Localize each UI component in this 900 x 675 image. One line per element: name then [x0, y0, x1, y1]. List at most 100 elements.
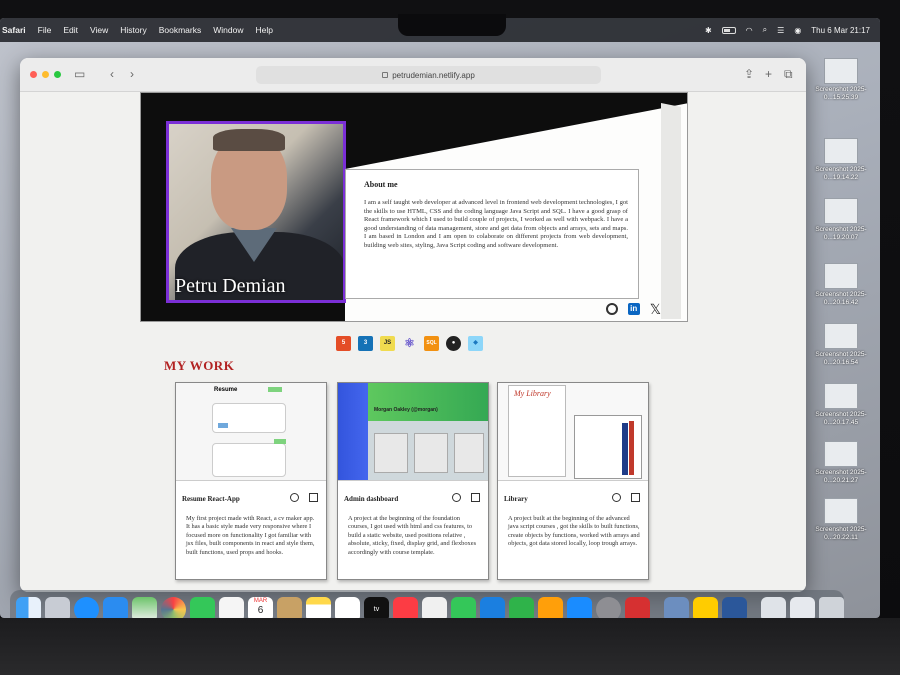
desktop-file-icon[interactable]: Screenshot 2025-0...20.17.45: [806, 383, 876, 427]
external-link-icon[interactable]: [471, 493, 480, 502]
music-icon[interactable]: [393, 596, 418, 618]
menu-bookmarks[interactable]: Bookmarks: [159, 25, 202, 35]
mail-icon[interactable]: [103, 596, 128, 618]
freeform-icon[interactable]: [335, 596, 360, 618]
desktop-file-icon[interactable]: Screenshot 2025-0...20.16.42: [806, 263, 876, 307]
external-link-icon[interactable]: [309, 493, 318, 502]
messages-icon[interactable]: [451, 596, 476, 618]
battery-icon[interactable]: [721, 26, 736, 34]
screenshot-thumb-icon: [824, 441, 858, 467]
word-icon[interactable]: [722, 596, 747, 618]
minimize-window-button[interactable]: [42, 71, 49, 78]
screenshot-thumb-icon: [824, 498, 858, 524]
javascript-icon: JS: [380, 336, 395, 351]
social-links: in 𝕏: [605, 302, 661, 316]
zoom-window-button[interactable]: [54, 71, 61, 78]
project-title: Admin dashboard: [344, 495, 399, 503]
new-tab-icon[interactable]: +: [765, 67, 772, 81]
menu-app-name[interactable]: Safari: [2, 25, 26, 35]
menu-edit[interactable]: Edit: [63, 25, 78, 35]
launchpad-icon[interactable]: [45, 596, 70, 618]
github-icon[interactable]: [612, 493, 621, 502]
project-screenshot: Resume: [176, 383, 326, 481]
linkedin-icon[interactable]: in: [627, 303, 640, 315]
close-window-button[interactable]: [30, 71, 37, 78]
app-store-icon[interactable]: [567, 596, 592, 618]
among-us-icon[interactable]: [625, 596, 650, 618]
trash-icon[interactable]: [819, 596, 844, 618]
github-icon[interactable]: [452, 493, 461, 502]
share-icon[interactable]: ⇪: [744, 67, 754, 81]
finder-icon[interactable]: [16, 596, 41, 618]
screenshot-thumb-icon: [824, 323, 858, 349]
tab-overview-icon[interactable]: ⧉: [784, 67, 793, 81]
desktop-file-icon[interactable]: Screenshot 2025-0...15.25.39: [806, 58, 876, 102]
desktop-screen: Safari File Edit View History Bookmarks …: [0, 18, 880, 618]
section-title: MY WORK: [164, 358, 235, 373]
sql-icon: SQL: [424, 336, 439, 351]
safari-icon[interactable]: [74, 596, 99, 618]
about-box: About me I am a self taught web develope…: [345, 169, 639, 299]
menu-help[interactable]: Help: [255, 25, 272, 35]
pages-icon[interactable]: [538, 596, 563, 618]
project-title: Library: [504, 495, 528, 503]
bluetooth-icon[interactable]: ✱: [705, 26, 712, 35]
files-icon[interactable]: [761, 596, 786, 618]
notes-icon[interactable]: [306, 596, 331, 618]
browser-toolbar: ▭ ‹ › petrudemian.netlify.app ⇪ + ⧉: [20, 58, 806, 92]
tips-icon[interactable]: [693, 596, 718, 618]
web-page: Petru Demian About me I am a self taught…: [20, 92, 806, 592]
reminders-icon[interactable]: [219, 596, 244, 618]
siri-icon[interactable]: ◉: [794, 26, 801, 35]
search-icon[interactable]: ⌕: [763, 25, 767, 35]
maps-icon[interactable]: [132, 596, 157, 618]
photos-icon[interactable]: [161, 596, 186, 618]
lock-icon: [382, 72, 389, 78]
project-card[interactable]: My Library Library A project built at th…: [497, 382, 649, 580]
news-icon[interactable]: [422, 596, 447, 618]
url-text: petrudemian.netlify.app: [392, 70, 475, 80]
contacts-icon[interactable]: [277, 596, 302, 618]
webpack-icon: ◆: [468, 336, 483, 351]
project-card[interactable]: Resume Resume React-App My first project…: [175, 382, 327, 580]
control-center-icon[interactable]: ☰: [777, 26, 784, 35]
menu-history[interactable]: History: [120, 25, 146, 35]
desktop-file-icon[interactable]: Screenshot 2025-0...19.14.22: [806, 138, 876, 182]
profile-name: Petru Demian: [175, 275, 286, 297]
keynote-icon[interactable]: [480, 596, 505, 618]
about-text: I am a self taught web developer at adva…: [364, 199, 628, 249]
screenshot-thumb-icon: [824, 138, 858, 164]
sidebar-toggle-icon[interactable]: ▭: [74, 67, 85, 81]
wifi-icon[interactable]: ◠: [746, 26, 753, 35]
numbers-icon[interactable]: [509, 596, 534, 618]
back-icon[interactable]: ‹: [110, 67, 114, 81]
forward-icon[interactable]: ›: [130, 67, 134, 81]
status-area: ✱ ◠ ⌕ ☰ ◉ Thu 6 Mar 21:17: [705, 18, 870, 42]
tv-icon[interactable]: tv: [364, 596, 389, 618]
project-description: A project at the beginning of the founda…: [348, 515, 477, 556]
system-settings-icon[interactable]: [596, 596, 621, 618]
x-icon[interactable]: 𝕏: [650, 302, 661, 316]
menu-file[interactable]: File: [38, 25, 52, 35]
github-icon[interactable]: [290, 493, 299, 502]
external-link-icon[interactable]: [631, 493, 640, 502]
address-bar[interactable]: petrudemian.netlify.app: [256, 66, 601, 84]
menu-window[interactable]: Window: [213, 25, 243, 35]
github-icon[interactable]: [605, 303, 618, 315]
desktop-file-icon[interactable]: Screenshot 2025-0...20.22.11: [806, 498, 876, 542]
github-icon: ●: [446, 336, 461, 351]
menu-view[interactable]: View: [90, 25, 108, 35]
facetime-icon[interactable]: [190, 596, 215, 618]
desktop-file-icon[interactable]: Screenshot 2025-0...20.21.27: [806, 441, 876, 485]
desktop-file-icon[interactable]: Screenshot 2025-0...19.20.07: [806, 198, 876, 242]
project-screenshot: My Library: [498, 383, 648, 481]
calendar-icon[interactable]: MAR 6: [248, 596, 273, 618]
screenshot-thumb-icon: [824, 58, 858, 84]
project-description: A project built at the beginning of the …: [508, 515, 640, 548]
downloads-icon[interactable]: [790, 596, 815, 618]
desktop-file-icon[interactable]: Screenshot 2025-0...20.16.54: [806, 323, 876, 367]
project-description: My first project made with React, a cv m…: [186, 515, 315, 556]
clock[interactable]: Thu 6 Mar 21:17: [811, 26, 870, 35]
preview-icon[interactable]: [664, 596, 689, 618]
project-card[interactable]: Morgan Oakley (@morgan) Admin dashboard …: [337, 382, 489, 580]
